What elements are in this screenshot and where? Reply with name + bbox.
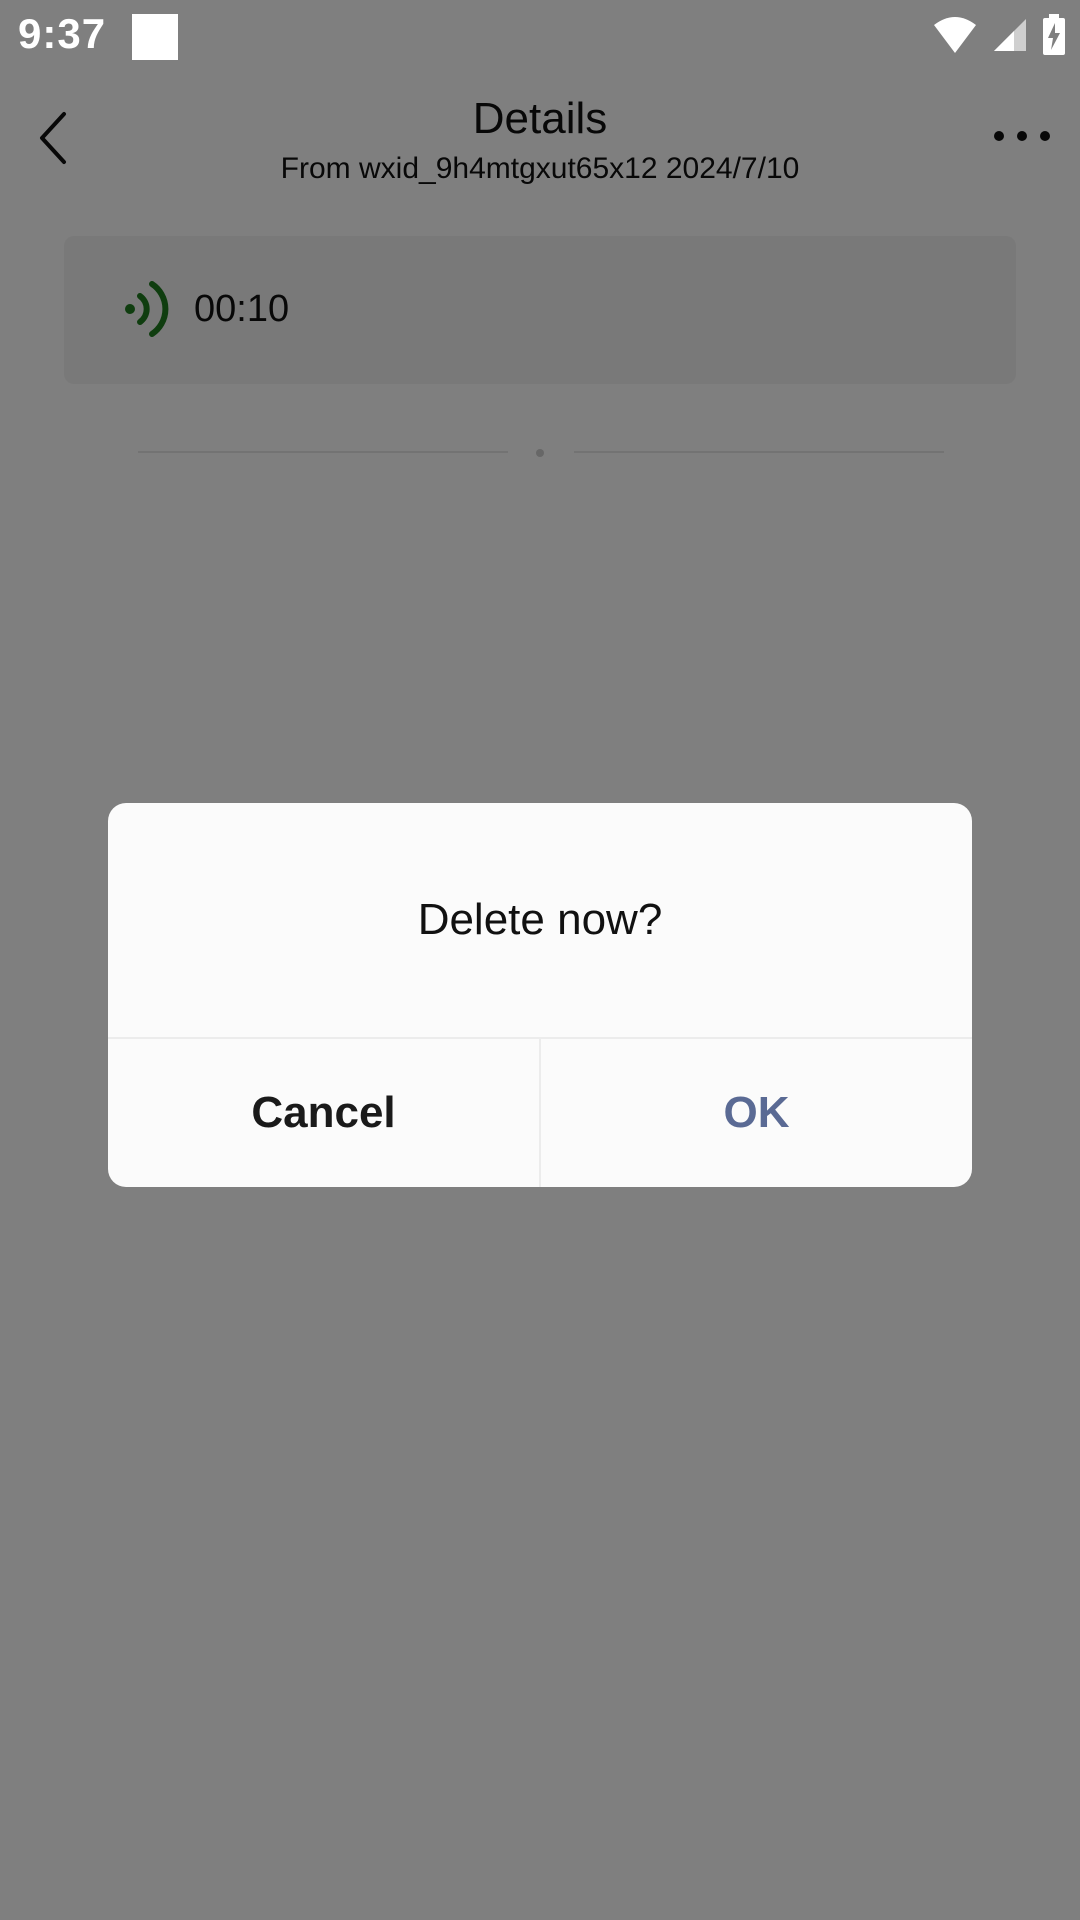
cancel-button[interactable]: Cancel bbox=[108, 1039, 541, 1187]
dialog-message: Delete now? bbox=[417, 895, 663, 944]
notification-icon bbox=[132, 14, 178, 60]
cellular-signal-icon bbox=[994, 19, 1026, 51]
status-time: 9:37 bbox=[18, 10, 107, 57]
ok-button[interactable]: OK bbox=[541, 1039, 972, 1187]
delete-confirm-dialog: Delete now? Cancel OK bbox=[108, 803, 972, 1187]
wifi-icon bbox=[934, 17, 976, 53]
status-bar: 9:37 bbox=[0, 0, 1080, 74]
status-icons bbox=[932, 14, 1066, 56]
dialog-buttons: Cancel OK bbox=[108, 1037, 972, 1187]
battery-charging-icon bbox=[1043, 14, 1065, 55]
